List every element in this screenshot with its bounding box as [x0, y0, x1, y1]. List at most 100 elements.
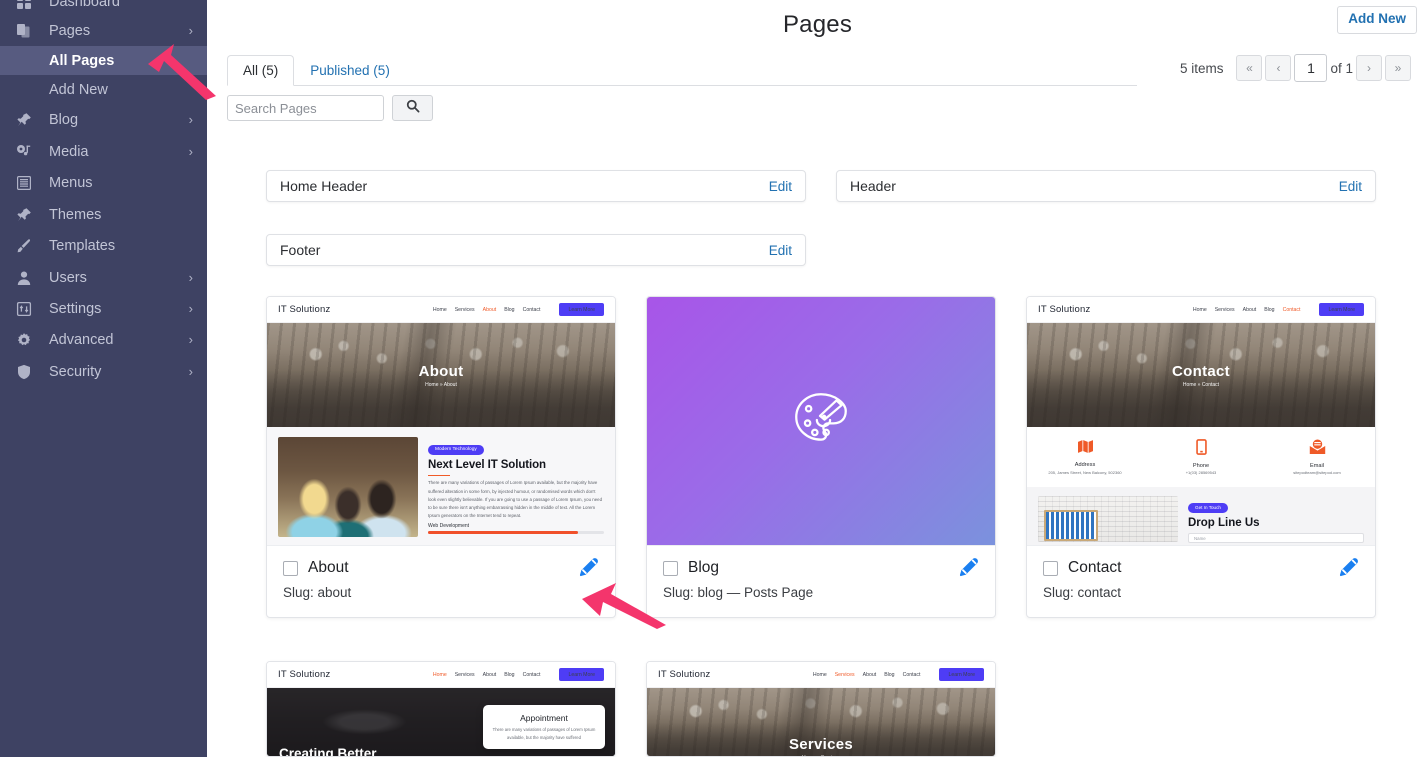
mini-nav-link: Contact	[903, 672, 921, 678]
sidebar-item-templates[interactable]: Templates	[0, 230, 207, 262]
sidebar-item-pages[interactable]: Pages ›	[0, 15, 207, 47]
sidebar-item-all-pages[interactable]: All Pages	[0, 46, 207, 75]
mini-site-logo: IT Solutionz	[1038, 304, 1090, 315]
special-row-name: Header	[850, 178, 1339, 194]
user-icon	[16, 269, 38, 287]
sidebar-item-settings[interactable]: Settings ›	[0, 293, 207, 325]
sidebar-item-menus[interactable]: Menus	[0, 167, 207, 199]
page-card-about[interactable]: IT Solutionz Home Services About Blog Co…	[266, 296, 616, 618]
mini-cta-button: Learn More	[1319, 303, 1364, 316]
mini-nav-link-active: Services	[835, 672, 855, 678]
chevron-right-icon: ›	[189, 271, 193, 284]
brush-icon	[16, 237, 38, 255]
sidebar-item-themes[interactable]: Themes	[0, 199, 207, 231]
pagination-last-button[interactable]: »	[1385, 55, 1411, 81]
page-thumbnail[interactable]: IT Solutionz Home Services About Blog Co…	[647, 662, 995, 757]
search-input[interactable]	[227, 95, 384, 121]
settings-icon	[16, 300, 38, 318]
search-button[interactable]	[392, 95, 433, 121]
items-count: 5 items	[1180, 61, 1224, 76]
mini-skill-label: Web Development	[428, 523, 604, 529]
pencil-icon[interactable]	[1337, 556, 1360, 584]
chevron-right-icon: ›	[189, 145, 193, 158]
page-select-checkbox[interactable]	[1043, 561, 1058, 576]
sidebar-item-security[interactable]: Security ›	[0, 356, 207, 388]
contact-info-label: Address	[1027, 462, 1143, 468]
mini-site-nav: IT Solutionz Home Services About Blog Co…	[267, 297, 615, 323]
pencil-icon[interactable]	[957, 556, 980, 584]
page-card-services[interactable]: IT Solutionz Home Services About Blog Co…	[646, 661, 996, 757]
sidebar-item-blog[interactable]: Blog ›	[0, 104, 207, 136]
page-thumbnail[interactable]: IT Solutionz Home Services About Blog Co…	[267, 297, 615, 546]
mini-appointment-title: Appointment	[492, 713, 596, 723]
mini-site-nav: IT Solutionz Home Services About Blog Co…	[267, 662, 615, 688]
gear-icon	[16, 331, 38, 349]
sidebar-item-label: Dashboard	[49, 0, 207, 10]
tab-all[interactable]: All (5)	[227, 55, 294, 86]
mini-nav-link: Blog	[884, 672, 894, 678]
edit-link[interactable]: Edit	[1339, 179, 1362, 194]
mini-appointment-text: There are many variations of passages of…	[492, 726, 596, 741]
page-select-checkbox[interactable]	[283, 561, 298, 576]
page-select-checkbox[interactable]	[663, 561, 678, 576]
mini-site-nav: IT Solutionz Home Services About Blog Co…	[647, 662, 995, 688]
sidebar-item-users[interactable]: Users ›	[0, 262, 207, 294]
contact-info-email: Email sitepodteam@sitepod.com	[1259, 439, 1375, 476]
mini-nav-link: Blog	[504, 672, 514, 678]
edit-link[interactable]: Edit	[769, 243, 792, 258]
mini-hero-title: About	[419, 363, 464, 380]
mini-hero: Services Home » Services	[647, 688, 995, 757]
mini-hero-breadcrumb: Home » About	[425, 382, 457, 388]
mini-paragraph: There are many variations of passages of…	[428, 479, 604, 520]
chevron-right-icon: ›	[189, 333, 193, 346]
page-card-home[interactable]: IT Solutionz Home Services About Blog Co…	[266, 661, 616, 757]
add-new-button[interactable]: Add New	[1337, 6, 1417, 34]
sidebar-item-advanced[interactable]: Advanced ›	[0, 324, 207, 356]
page-card-contact[interactable]: IT Solutionz Home Services About Blog Co…	[1026, 296, 1376, 618]
pagination-next-button[interactable]: ›	[1356, 55, 1382, 81]
mini-site-logo: IT Solutionz	[278, 669, 330, 680]
pagination-current-page-input[interactable]	[1294, 54, 1327, 82]
pagination-total-pages: of 1	[1330, 61, 1353, 76]
gradient-placeholder	[647, 297, 995, 545]
special-row-footer[interactable]: Footer Edit	[266, 234, 806, 266]
sidebar: Dashboard Pages › All Pages Add New Blog…	[0, 0, 207, 757]
mini-about-section: Modern Technology Next Level IT Solution…	[267, 427, 615, 546]
map-icon	[1077, 441, 1094, 458]
contact-info-phone: Phone +1(03) 28569543	[1143, 439, 1259, 476]
search-row	[227, 95, 433, 121]
palette-icon	[788, 386, 854, 457]
page-thumbnail[interactable]: IT Solutionz Home Services About Blog Co…	[267, 662, 615, 757]
sidebar-item-media[interactable]: Media ›	[0, 136, 207, 168]
mini-form-field: Name	[1188, 533, 1364, 543]
mini-nav-link: Services	[455, 307, 475, 313]
special-row-name: Footer	[280, 242, 769, 258]
mini-nav-link: About	[863, 672, 877, 678]
sidebar-subitem-label: All Pages	[49, 53, 114, 69]
chevron-right-icon: ›	[189, 365, 193, 378]
mini-nav-link-active: About	[483, 307, 497, 313]
contact-info-value: 205, James Street, New Balcony, 502360	[1027, 470, 1143, 475]
mini-nav-link: About	[483, 672, 497, 678]
mini-cta-button: Learn More	[559, 668, 604, 681]
pagination-prev-button[interactable]: ‹	[1265, 55, 1291, 81]
pagination-first-button[interactable]: «	[1236, 55, 1262, 81]
tab-published[interactable]: Published (5)	[294, 55, 406, 86]
special-row-home-header[interactable]: Home Header Edit	[266, 170, 806, 202]
mini-badge: Get In Touch	[1188, 503, 1228, 513]
edit-link[interactable]: Edit	[769, 179, 792, 194]
pencil-icon[interactable]	[577, 556, 600, 584]
mini-heading: Drop Line Us	[1188, 517, 1364, 529]
sidebar-item-add-new[interactable]: Add New	[0, 75, 207, 104]
dashboard-icon	[16, 0, 38, 11]
page-thumbnail[interactable]: IT Solutionz Home Services About Blog Co…	[1027, 297, 1375, 546]
mini-hero: Contact Home » Contact	[1027, 323, 1375, 427]
mini-nav-link: Blog	[504, 307, 514, 313]
mini-hero-title: Creating Better	[279, 746, 377, 757]
contact-info-label: Phone	[1143, 463, 1259, 469]
mini-nav-link: Services	[1215, 307, 1235, 313]
phone-icon	[1196, 442, 1207, 459]
special-row-header[interactable]: Header Edit	[836, 170, 1376, 202]
page-thumbnail-placeholder[interactable]	[647, 297, 995, 546]
page-card-blog[interactable]: Blog Slug: blog — Posts Page	[646, 296, 996, 618]
